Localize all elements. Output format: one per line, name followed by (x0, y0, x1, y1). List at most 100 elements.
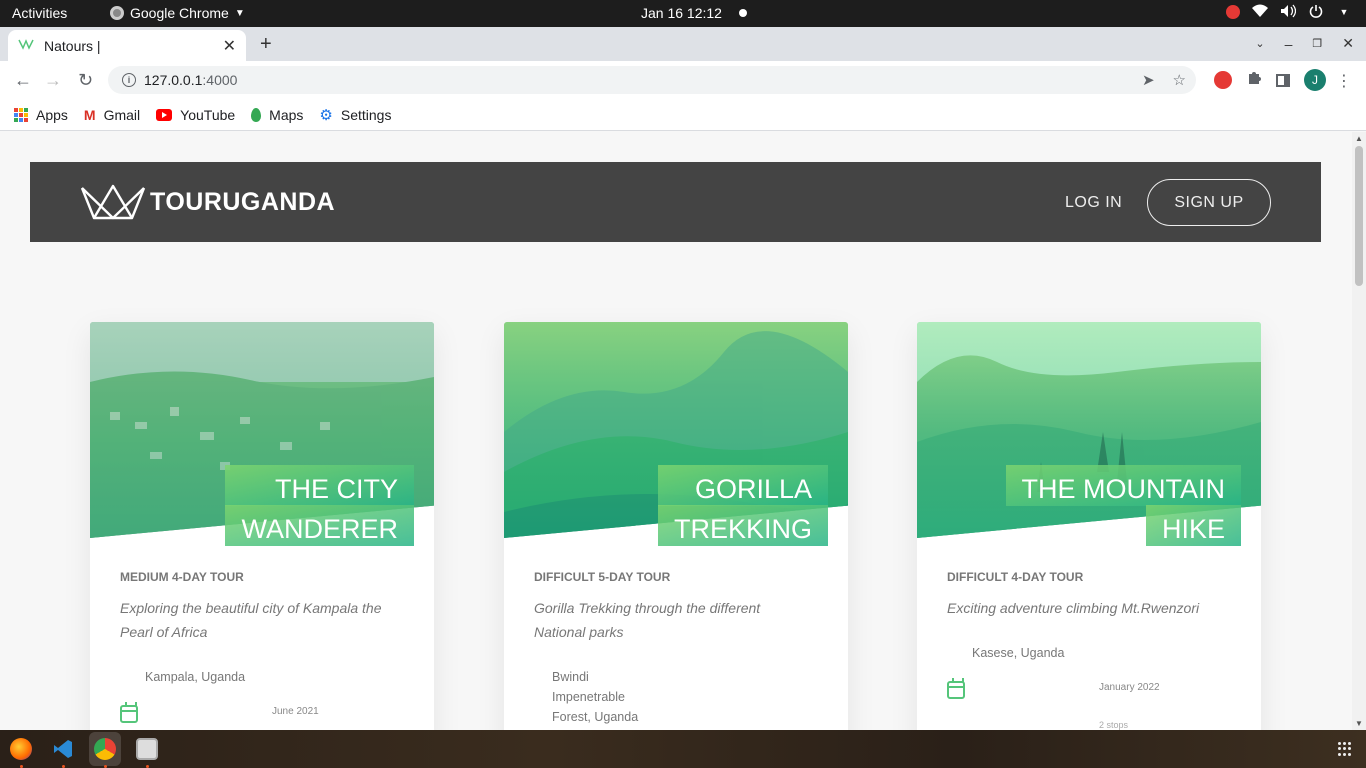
url-host: 127.0.0.1 (144, 72, 203, 88)
settings-gear-icon: ⚙ (319, 106, 333, 124)
scroll-up-icon[interactable]: ▲ (1355, 134, 1363, 143)
minimize-icon[interactable]: – (1285, 36, 1293, 52)
tour-location-line: Impenetrable (552, 690, 625, 704)
chrome-icon[interactable] (94, 738, 116, 760)
chevron-down-icon[interactable]: ▼ (1336, 4, 1352, 20)
tour-summary: Exciting adventure climbing Mt.Rwenzori (947, 600, 1200, 616)
calendar-icon (120, 702, 138, 723)
tour-location-line: Bwindi (552, 670, 589, 684)
send-to-device-icon[interactable]: ➤ (1142, 71, 1155, 89)
tour-title-line2: HIKE (1145, 505, 1241, 546)
tour-title-line1: THE CITY (225, 465, 414, 506)
bookmark-gmail[interactable]: M Gmail (84, 107, 140, 123)
extension-icon[interactable] (1214, 71, 1232, 89)
tour-difficulty: DIFFICULT 4-DAY TOUR (947, 570, 1084, 584)
vscode-icon[interactable] (52, 738, 74, 760)
app-menu[interactable]: Google Chrome ▼ (110, 5, 245, 21)
map-pin-icon (120, 669, 132, 681)
bookmark-settings[interactable]: ⚙ Settings (319, 106, 391, 124)
system-tray[interactable]: ▼ (1226, 4, 1352, 20)
taskbar-dock (0, 730, 1366, 768)
tab-natours[interactable]: Natours | ✕ (8, 30, 246, 61)
tour-stops: 2 stops (1099, 720, 1129, 730)
site-info-icon[interactable]: i (122, 73, 136, 87)
login-link[interactable]: LOG IN (1065, 194, 1122, 212)
window-controls: ⌄ – ❐ ✕ (1255, 35, 1354, 52)
input-method-icon[interactable] (1226, 5, 1240, 19)
bookmark-label: Gmail (103, 106, 141, 123)
tour-card: THE CITY WANDERER MEDIUM 4-DAY TOUR Expl… (90, 322, 434, 730)
bookmark-label: Apps (36, 106, 68, 123)
forward-arrow-icon[interactable]: → (44, 70, 62, 90)
bookmark-label: Settings (340, 106, 392, 123)
new-tab-button[interactable]: + (260, 33, 272, 56)
tour-list: THE CITY WANDERER MEDIUM 4-DAY TOUR Expl… (30, 242, 1321, 730)
tour-difficulty: MEDIUM 4-DAY TOUR (120, 570, 244, 584)
youtube-icon (156, 108, 173, 121)
bookmark-label: Maps (269, 106, 304, 123)
site-logo[interactable]: TOURUGANDA (80, 184, 335, 220)
notification-dot (739, 9, 747, 17)
natours-favicon-icon (18, 38, 34, 54)
tour-title: THE MOUNTAIN HIKE (1005, 465, 1241, 546)
bookmarks-bar: Apps M Gmail YouTube Maps ⚙ Settings (0, 99, 1366, 131)
tour-location: Kasese, Uganda (947, 643, 1064, 663)
page-scrollbar[interactable]: ▲ ▼ (1352, 132, 1366, 730)
tour-location: Bwindi Impenetrable Forest, Uganda (552, 667, 638, 727)
tab-strip: Natours | ✕ + ⌄ – ❐ ✕ (0, 27, 1366, 61)
url-port: :4000 (202, 72, 238, 88)
bookmark-maps[interactable]: Maps (251, 107, 303, 123)
site-header: TOURUGANDA LOG IN SIGN UP (30, 162, 1321, 242)
clock[interactable]: Jan 16 12:12 (641, 5, 722, 21)
scrollbar-thumb[interactable] (1355, 146, 1363, 286)
chrome-icon (110, 6, 124, 20)
tour-title-line2: TREKKING (657, 505, 828, 546)
restore-icon[interactable]: ❐ (1312, 37, 1322, 50)
close-tab-icon[interactable]: ✕ (223, 36, 236, 56)
tour-title: GORILLA TREKKING (657, 465, 828, 546)
tour-summary: Exploring the beautiful city of Kampala … (120, 600, 382, 640)
power-icon[interactable] (1308, 4, 1324, 20)
menu-kebab-icon[interactable]: ⋮ (1336, 71, 1352, 91)
maps-pin-icon (251, 107, 262, 122)
close-window-icon[interactable]: ✕ (1342, 35, 1354, 52)
profile-avatar[interactable]: J (1304, 69, 1326, 91)
puzzle-extensions-icon[interactable] (1246, 70, 1262, 90)
tab-search-icon[interactable]: ⌄ (1255, 37, 1264, 50)
tour-difficulty: DIFFICULT 5-DAY TOUR (534, 570, 671, 584)
tour-location-text: Kampala, Uganda (145, 670, 246, 684)
gmail-icon: M (83, 106, 96, 123)
tour-card: THE MOUNTAIN HIKE DIFFICULT 4-DAY TOUR E… (917, 322, 1261, 730)
brand-name: TOURUGANDA (150, 187, 336, 216)
tour-title-line1: GORILLA (657, 465, 828, 506)
tour-title-line1: THE MOUNTAIN (1005, 465, 1241, 506)
omnibox-actions: ➤ ☆ (1142, 71, 1186, 89)
tour-summary: Gorilla Trekking through the different N… (534, 600, 761, 640)
extensions-area: J (1214, 69, 1326, 91)
files-icon[interactable] (136, 738, 158, 760)
tour-location-text: Kasese, Uganda (972, 646, 1065, 660)
volume-icon[interactable] (1280, 4, 1297, 20)
wifi-icon[interactable] (1252, 4, 1268, 20)
tour-location-line: Forest, Uganda (552, 710, 639, 724)
activities-button[interactable]: Activities (12, 5, 67, 21)
address-bar[interactable]: i 127.0.0.1:4000 ➤ ☆ (108, 66, 1196, 94)
firefox-icon[interactable] (10, 738, 32, 760)
bookmark-label: YouTube (180, 106, 236, 123)
side-panel-icon[interactable] (1276, 73, 1290, 87)
tour-card: GORILLA TREKKING DIFFICULT 5-DAY TOUR Go… (504, 322, 848, 730)
bookmark-apps[interactable]: Apps (14, 107, 68, 123)
show-apps-grid-icon[interactable] (1338, 742, 1352, 756)
reload-icon[interactable]: ↻ (78, 70, 93, 90)
bookmark-star-icon[interactable]: ☆ (1173, 71, 1186, 89)
bookmark-youtube[interactable]: YouTube (156, 107, 235, 123)
signup-button[interactable]: SIGN UP (1147, 179, 1271, 226)
page-viewport: TOURUGANDA LOG IN SIGN UP THE CITY WANDE… (0, 132, 1352, 730)
tour-location: Kampala, Uganda (120, 667, 245, 687)
crown-logo-icon (80, 184, 146, 220)
browser-toolbar: ← → ↻ i 127.0.0.1:4000 ➤ ☆ J ⋮ (0, 61, 1366, 99)
chevron-down-icon: ▼ (234, 7, 245, 19)
app-name: Google Chrome (130, 5, 229, 21)
scroll-down-icon[interactable]: ▼ (1355, 719, 1363, 728)
back-arrow-icon[interactable]: ← (14, 70, 32, 90)
